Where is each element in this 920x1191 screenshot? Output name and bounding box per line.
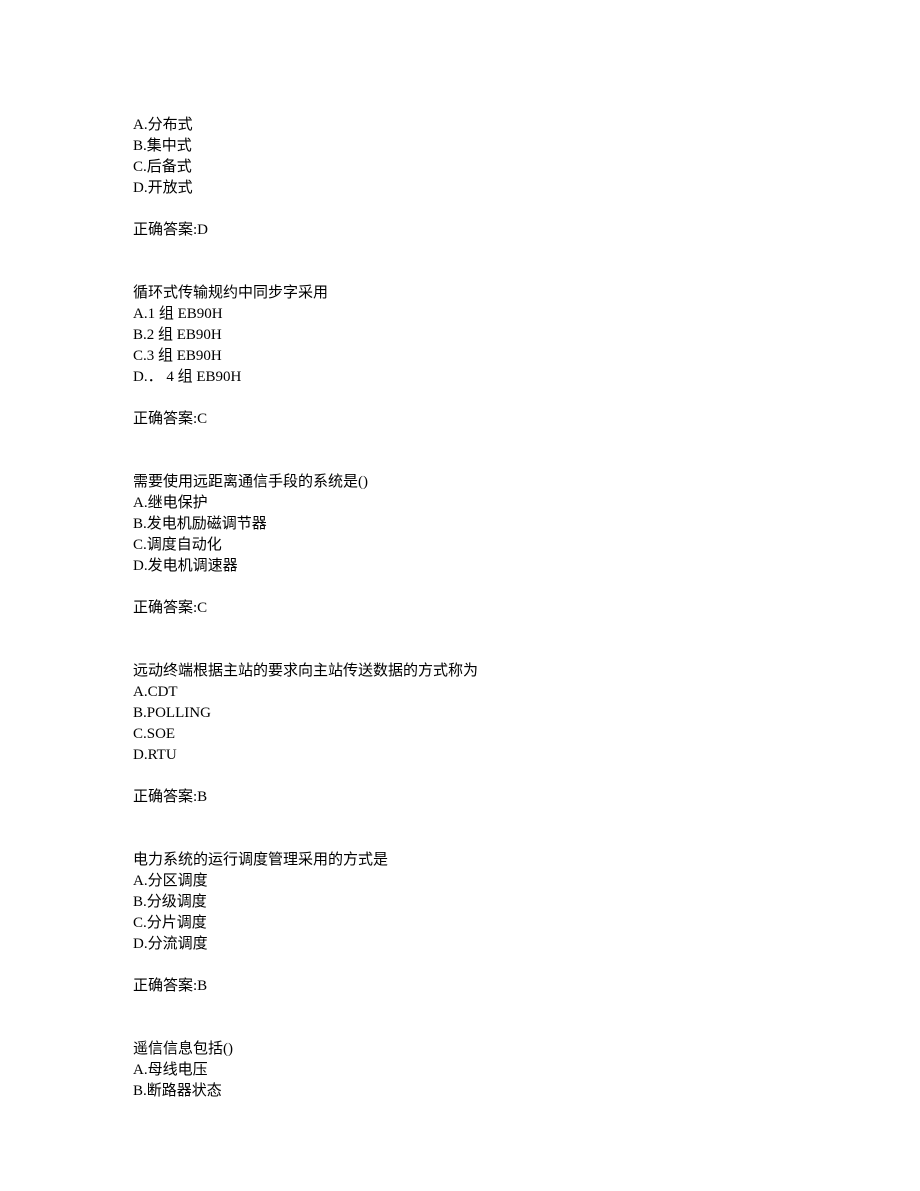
- option-a: A.母线电压: [133, 1060, 920, 1081]
- question-stem: 电力系统的运行调度管理采用的方式是: [133, 850, 920, 871]
- question-block-6: 遥信信息包括() A.母线电压 B.断路器状态: [133, 1039, 920, 1102]
- option-d: D.分流调度: [133, 934, 920, 955]
- correct-answer: 正确答案:C: [133, 598, 920, 619]
- correct-answer: 正确答案:B: [133, 976, 920, 997]
- correct-answer: 正确答案:C: [133, 409, 920, 430]
- option-c: C.调度自动化: [133, 535, 920, 556]
- option-c: C.3 组 EB90H: [133, 346, 920, 367]
- option-c: C.分片调度: [133, 913, 920, 934]
- option-b: B.断路器状态: [133, 1081, 920, 1102]
- option-b: B.集中式: [133, 136, 920, 157]
- option-b: B.发电机励磁调节器: [133, 514, 920, 535]
- option-b: B.分级调度: [133, 892, 920, 913]
- correct-answer: 正确答案:B: [133, 787, 920, 808]
- option-a: A.分区调度: [133, 871, 920, 892]
- option-d: D.开放式: [133, 178, 920, 199]
- question-stem: 循环式传输规约中同步字采用: [133, 283, 920, 304]
- option-d: D.． 4 组 EB90H: [133, 367, 920, 388]
- option-a: A.1 组 EB90H: [133, 304, 920, 325]
- question-block-2: 循环式传输规约中同步字采用 A.1 组 EB90H B.2 组 EB90H C.…: [133, 283, 920, 430]
- correct-answer: 正确答案:D: [133, 220, 920, 241]
- question-block-5: 电力系统的运行调度管理采用的方式是 A.分区调度 B.分级调度 C.分片调度 D…: [133, 850, 920, 997]
- option-d: D.RTU: [133, 745, 920, 766]
- question-block-4: 远动终端根据主站的要求向主站传送数据的方式称为 A.CDT B.POLLING …: [133, 661, 920, 808]
- question-stem: 遥信信息包括(): [133, 1039, 920, 1060]
- option-c: C.SOE: [133, 724, 920, 745]
- question-block-3: 需要使用远距离通信手段的系统是() A.继电保护 B.发电机励磁调节器 C.调度…: [133, 472, 920, 619]
- option-c: C.后备式: [133, 157, 920, 178]
- option-a: A.CDT: [133, 682, 920, 703]
- option-b: B.POLLING: [133, 703, 920, 724]
- question-stem: 远动终端根据主站的要求向主站传送数据的方式称为: [133, 661, 920, 682]
- option-a: A.继电保护: [133, 493, 920, 514]
- option-a: A.分布式: [133, 115, 920, 136]
- question-block-1: A.分布式 B.集中式 C.后备式 D.开放式 正确答案:D: [133, 115, 920, 241]
- question-stem: 需要使用远距离通信手段的系统是(): [133, 472, 920, 493]
- option-d: D.发电机调速器: [133, 556, 920, 577]
- option-b: B.2 组 EB90H: [133, 325, 920, 346]
